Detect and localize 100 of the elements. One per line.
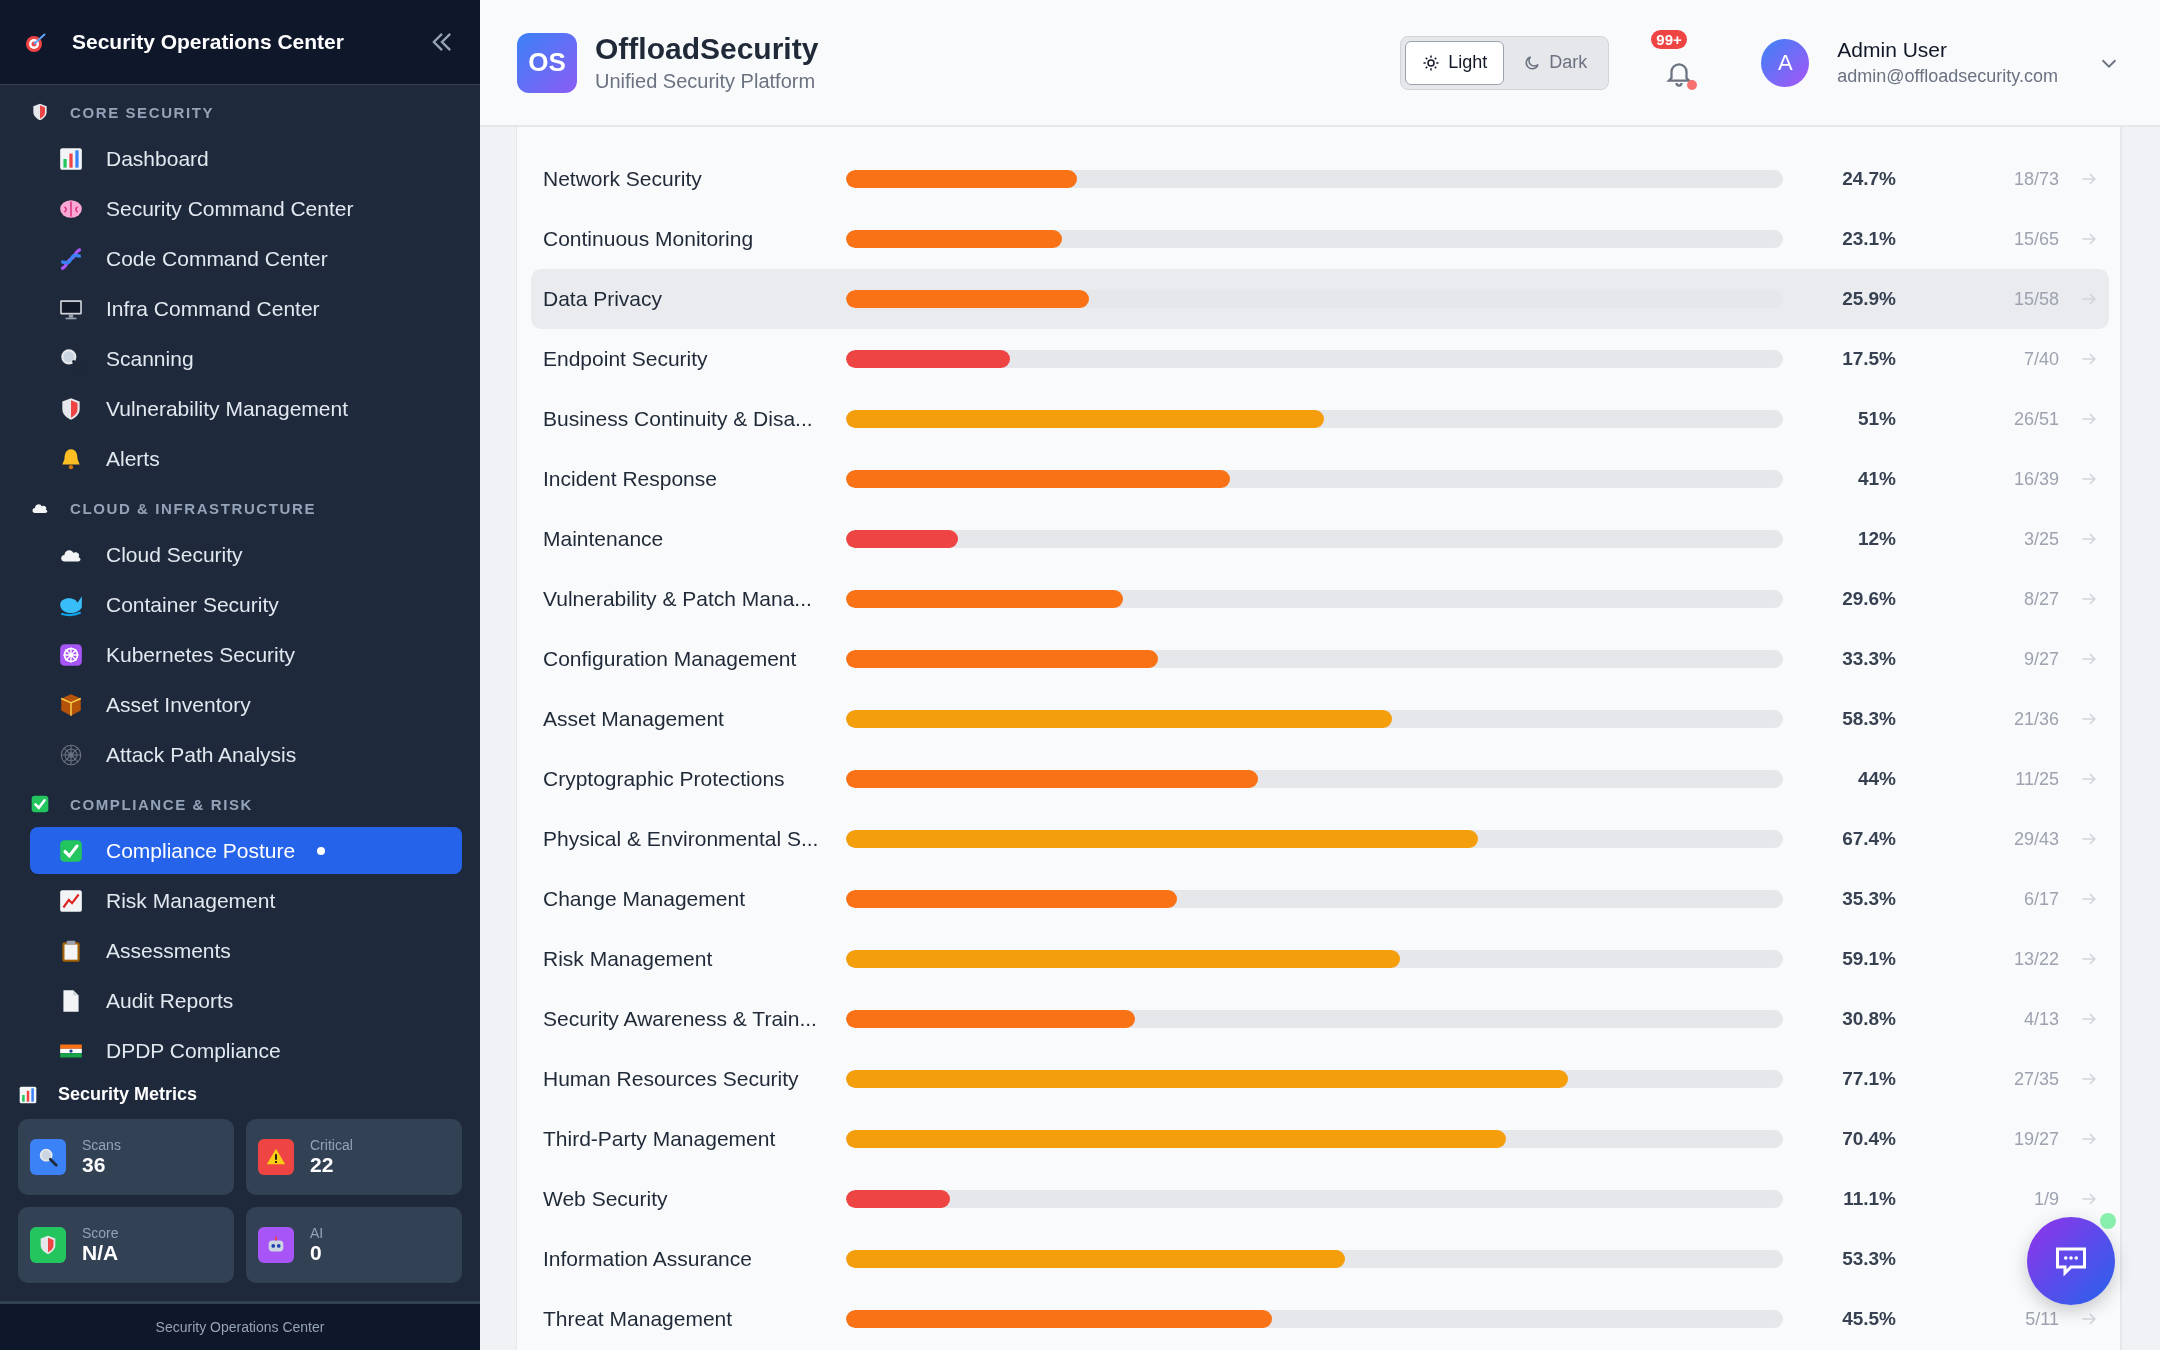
avatar[interactable]: A — [1761, 38, 1810, 87]
sun-icon — [1422, 53, 1441, 72]
percentage: 77.1% — [1841, 1068, 1896, 1090]
target-icon — [24, 30, 48, 54]
percentage: 44% — [1856, 768, 1896, 790]
control-count: 1/9 — [2032, 1188, 2059, 1210]
sidebar-footer: Security Operations Center — [0, 1301, 480, 1350]
percentage: 59.1% — [1841, 948, 1896, 970]
nav-item[interactable]: Kubernetes Security — [30, 631, 462, 678]
notification-badge: 99+ — [1651, 29, 1687, 49]
nav-item[interactable]: DPDP Compliance — [30, 1027, 462, 1074]
sidebar-title: Security Operations Center — [72, 30, 345, 54]
control-count: 13/22 — [2012, 948, 2059, 970]
control-count: 11/25 — [2014, 768, 2059, 790]
nav-item[interactable]: Assessments — [30, 927, 462, 974]
section-title: CORE SECURITY — [70, 103, 215, 121]
domain-name: Configuration Management — [543, 647, 798, 671]
domain-row[interactable]: Third-Party Management 70.4% 19/27 — [531, 1109, 2109, 1169]
control-count: 5/11 — [2024, 1308, 2059, 1330]
metric-value: 0 — [310, 1241, 323, 1265]
domain-row[interactable]: Network Security 24.7% 18/73 — [531, 149, 2109, 209]
percentage: 70.4% — [1841, 1128, 1896, 1150]
metric-value: 22 — [310, 1153, 335, 1177]
domain-name: Endpoint Security — [543, 347, 709, 371]
domain-row[interactable]: Continuous Monitoring 23.1% 15/65 — [531, 209, 2109, 269]
nav-item[interactable]: Asset Inventory — [30, 681, 462, 728]
domain-row[interactable]: Threat Management 45.5% 5/11 — [531, 1289, 2109, 1349]
domain-name: Human Resources Security — [543, 1067, 800, 1091]
nav-item[interactable]: Infra Command Center — [30, 285, 462, 332]
domain-row[interactable]: Web Security 11.1% 1/9 — [531, 1169, 2109, 1229]
control-count: 8/27 — [2022, 588, 2059, 610]
domain-name: Data Privacy — [543, 287, 664, 311]
metric-value: 36 — [82, 1153, 107, 1177]
domain-row[interactable]: Asset Management 58.3% 21/36 — [531, 689, 2109, 749]
percentage: 51% — [1856, 408, 1896, 430]
domain-row[interactable]: Cryptographic Protections 44% 11/25 — [531, 749, 2109, 809]
domain-row[interactable]: Physical & Environmental S... 67.4% 29/43 — [531, 809, 2109, 869]
domain-name: Maintenance — [543, 527, 665, 551]
nav-item[interactable]: Code Command Center — [30, 235, 462, 282]
domain-name: Asset Management — [543, 707, 725, 731]
domain-name: Web Security — [543, 1187, 669, 1211]
nav-item[interactable]: Container Security — [30, 581, 462, 628]
percentage: 24.7% — [1841, 168, 1896, 190]
nav-item[interactable]: Compliance Posture — [30, 827, 462, 874]
domain-name: Threat Management — [543, 1307, 734, 1331]
domain-row[interactable]: Security Awareness & Train... 30.8% 4/13 — [531, 989, 2109, 1049]
domain-row[interactable]: Maintenance 12% 3/25 — [531, 509, 2109, 569]
active-dot — [317, 846, 326, 855]
domain-name: Continuous Monitoring — [543, 227, 755, 251]
trend-chart-icon — [58, 887, 84, 914]
nav-item[interactable]: Alerts — [30, 435, 462, 482]
percentage: 12% — [1856, 528, 1896, 550]
section-title: CLOUD & INFRASTRUCTURE — [70, 499, 317, 517]
domain-row[interactable]: Human Resources Security 77.1% 27/35 — [531, 1049, 2109, 1109]
nav-item[interactable]: Cloud Security — [30, 531, 462, 578]
theme-option[interactable]: Light — [1405, 40, 1505, 85]
metric-label: Scans — [82, 1137, 121, 1153]
logo: OS — [517, 32, 577, 93]
control-count: 7/40 — [2022, 348, 2059, 370]
wheel-icon — [58, 641, 84, 668]
domain-name: Third-Party Management — [543, 1127, 777, 1151]
app-subtitle: Unified Security Platform — [595, 70, 817, 93]
checkmark-icon — [58, 837, 84, 864]
nav-item[interactable]: Scanning — [30, 335, 462, 382]
domain-row[interactable]: Vulnerability & Patch Mana... 29.6% 8/27 — [531, 569, 2109, 629]
nav-item[interactable]: Attack Path Analysis — [30, 731, 462, 778]
percentage: 17.5% — [1841, 348, 1896, 370]
domain-name: Security Awareness & Train... — [543, 1007, 818, 1031]
control-count: 4/13 — [2022, 1008, 2059, 1030]
percentage: 11.1% — [1842, 1188, 1896, 1210]
nav-item[interactable]: Vulnerability Management — [30, 385, 462, 432]
domain-row[interactable]: Endpoint Security 17.5% 7/40 — [531, 329, 2109, 389]
domain-row[interactable]: Business Continuity & Disa... 51% 26/51 — [531, 389, 2109, 449]
nav-item[interactable]: Dashboard — [30, 135, 462, 182]
domain-row[interactable]: Configuration Management 33.3% 9/27 — [531, 629, 2109, 689]
user-name: Admin User — [1837, 38, 1948, 62]
status-dot — [1687, 79, 1698, 90]
control-count: 6/17 — [2022, 888, 2059, 910]
domain-row[interactable]: Change Management 35.3% 6/17 — [531, 869, 2109, 929]
domain-row[interactable]: Risk Management 59.1% 13/22 — [531, 929, 2109, 989]
domain-row[interactable]: Data Privacy 25.9% 15/58 — [531, 269, 2109, 329]
shield-icon — [30, 102, 50, 122]
percentage: 67.4% — [1841, 828, 1896, 850]
nav-item[interactable]: Security Command Center — [30, 185, 462, 232]
percentage: 30.8% — [1841, 1008, 1896, 1030]
domain-name: Incident Response — [543, 467, 718, 491]
percentage: 23.1% — [1841, 228, 1896, 250]
user-email: admin@offloadsecurity.com — [1837, 66, 2058, 87]
percentage: 33.3% — [1841, 648, 1896, 670]
domain-name: Vulnerability & Patch Mana... — [543, 587, 813, 611]
control-count: 18/73 — [2012, 168, 2059, 190]
control-count: 15/58 — [2012, 288, 2059, 310]
bar-chart-icon — [58, 145, 84, 172]
domain-row[interactable]: Information Assurance 53.3% — [531, 1229, 2009, 1289]
theme-option[interactable]: Dark — [1506, 40, 1605, 85]
control-count: 3/25 — [2022, 528, 2059, 550]
nav-item[interactable]: Audit Reports — [30, 977, 462, 1024]
control-count: 9/27 — [2022, 648, 2059, 670]
nav-item[interactable]: Risk Management — [30, 877, 462, 924]
domain-row[interactable]: Incident Response 41% 16/39 — [531, 449, 2109, 509]
